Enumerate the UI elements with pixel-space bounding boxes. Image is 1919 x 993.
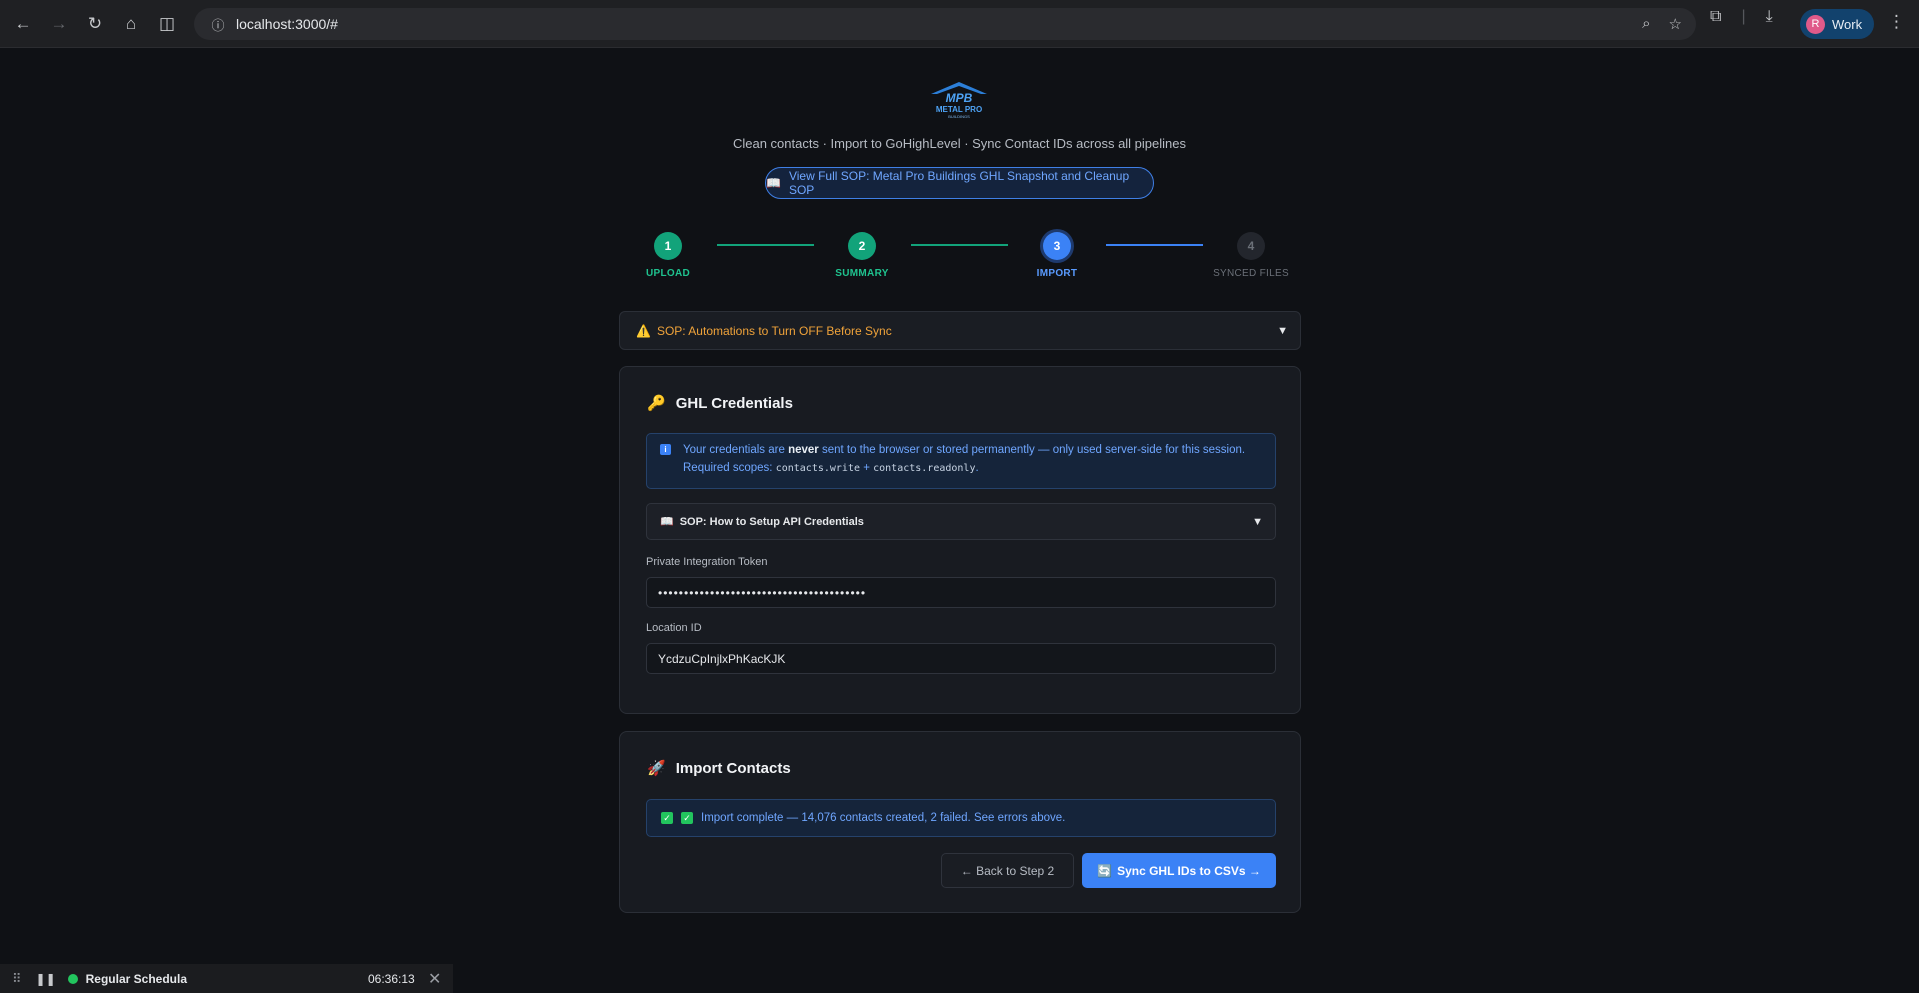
stepper-connector (911, 244, 1008, 246)
toolbar-divider: | (1741, 8, 1746, 25)
import-card: 🚀 Import Contacts ✓ ✓ Import complete — … (619, 731, 1301, 913)
forward-arrow-icon[interactable]: → (41, 6, 77, 42)
step-number: 2 (848, 232, 876, 260)
zoom-icon[interactable]: ⌕ (1642, 15, 1650, 33)
drag-handle-icon[interactable]: ⠿ (12, 971, 22, 987)
caret-down-icon: ▼ (1252, 515, 1263, 528)
metal-pro-buildings-logo: MPB METAL PRO BUILDINGS (931, 82, 987, 119)
check-icon: ✓ (681, 812, 693, 824)
pause-icon[interactable]: ❚❚ (36, 972, 56, 986)
menu-kebab-icon[interactable]: ⋮ (1888, 12, 1905, 32)
credentials-info-line2: Required scopes: contacts.write + contac… (683, 459, 1263, 478)
back-arrow-icon[interactable]: ← (5, 6, 41, 42)
rocket-icon: 🚀 (647, 760, 666, 777)
step-label: SYNCED FILES (1213, 268, 1289, 279)
info-icon: i (660, 444, 671, 455)
book-icon: 📖 (766, 176, 781, 190)
step-label: SUMMARY (835, 268, 889, 279)
extensions-icon[interactable]: ⧉ (1710, 8, 1721, 26)
timer-value: 06:36:13 (368, 971, 415, 986)
address-bar[interactable]: ⓘ localhost:3000/# ⌕ ☆ (194, 8, 1696, 40)
token-input[interactable] (646, 577, 1276, 608)
svg-text:BUILDINGS: BUILDINGS (948, 114, 970, 119)
info-text: sent to the browser or stored permanentl… (818, 444, 1246, 456)
credentials-title: 🔑 GHL Credentials (647, 394, 793, 413)
scope-code: contacts.readonly (873, 463, 976, 474)
step-import[interactable]: 3 IMPORT (1017, 232, 1097, 279)
step-label: UPLOAD (645, 268, 691, 279)
browser-toolbar: ← → ↻ ⌂ ◫ ⓘ localhost:3000/# ⌕ ☆ ⧉ | ⤓ R… (0, 0, 1919, 48)
api-sop-label: SOP: How to Setup API Credentials (679, 515, 864, 528)
step-upload[interactable]: 1 UPLOAD (628, 232, 708, 279)
sync-icon: 🔄 (1097, 863, 1113, 878)
close-icon[interactable]: ✕ (428, 969, 441, 989)
location-id-input[interactable] (646, 643, 1276, 674)
back-to-step-2-button[interactable]: ← Back to Step 2 (941, 853, 1074, 888)
scopes-separator: + (860, 462, 874, 474)
token-label: Private Integration Token (646, 556, 768, 568)
schedule-label: Regular Schedula (85, 971, 188, 986)
book-icon: 📖 (660, 516, 674, 528)
scopes-end: . (975, 462, 979, 474)
credentials-info-box: i Your credentials are never sent to the… (646, 433, 1276, 489)
step-number: 4 (1237, 232, 1265, 260)
credentials-card: 🔑 GHL Credentials i Your credentials are… (619, 366, 1301, 714)
site-info-icon[interactable]: ⓘ (204, 15, 232, 34)
warning-icon: ⚠️ (636, 323, 651, 338)
profile-label: Work (1832, 16, 1863, 32)
automations-sop-toggle[interactable]: ⚠️ SOP: Automations to Turn OFF Before S… (619, 311, 1301, 350)
import-status-text: Import complete — 14,076 contacts create… (701, 812, 1066, 824)
svg-text:MPB: MPB (946, 91, 973, 105)
url-text: localhost:3000/# (236, 16, 338, 32)
status-dot (67, 973, 78, 984)
location-label: Location ID (646, 622, 702, 634)
sync-button-label: Sync GHL IDs to CSVs → (1117, 863, 1261, 878)
caret-down-icon: ▼ (1277, 324, 1288, 337)
sop-link-label: View Full SOP: Metal Pro Buildings GHL S… (788, 169, 1130, 197)
step-summary[interactable]: 2 SUMMARY (822, 232, 902, 279)
home-icon[interactable]: ⌂ (113, 6, 149, 42)
stepper-connector (717, 244, 814, 246)
step-number: 1 (654, 232, 682, 260)
split-view-icon[interactable]: ◫ (149, 6, 185, 42)
sync-ghl-ids-button[interactable]: 🔄 Sync GHL IDs to CSVs → (1082, 853, 1276, 888)
import-status-box: ✓ ✓ Import complete — 14,076 contacts cr… (646, 799, 1276, 837)
downloads-icon[interactable]: ⤓ (1766, 8, 1773, 26)
step-label: IMPORT (1036, 268, 1078, 279)
credentials-info-line1: Your credentials are never sent to the b… (683, 441, 1263, 459)
credentials-title-text: GHL Credentials (675, 394, 793, 412)
check-icon: ✓ (661, 812, 673, 824)
avatar: R (1806, 14, 1825, 34)
automations-sop-label: SOP: Automations to Turn OFF Before Sync (656, 323, 892, 338)
schedule-timer-widget: ⠿ ❚❚ Regular Schedula 06:36:13 ✕ (0, 964, 453, 993)
import-title-text: Import Contacts (675, 759, 791, 777)
view-full-sop-button[interactable]: 📖 View Full SOP: Metal Pro Buildings GHL… (765, 167, 1154, 199)
svg-text:METAL PRO: METAL PRO (936, 105, 982, 114)
info-text: Your credentials are (683, 444, 789, 456)
scope-code: contacts.write (775, 463, 860, 474)
bookmark-star-icon[interactable]: ☆ (1669, 15, 1682, 33)
reload-icon[interactable]: ↻ (77, 6, 113, 42)
page-subtitle: Clean contacts · Import to GoHighLevel ·… (732, 136, 1187, 151)
step-number: 3 (1043, 232, 1071, 260)
api-credentials-sop-toggle[interactable]: 📖 SOP: How to Setup API Credentials ▼ (646, 503, 1276, 540)
import-title: 🚀 Import Contacts (647, 759, 791, 778)
profile-button[interactable]: R Work (1800, 9, 1874, 39)
info-emphasis: never (788, 444, 819, 456)
key-icon: 🔑 (647, 395, 666, 412)
stepper-connector (1106, 244, 1203, 246)
step-synced-files: 4 SYNCED FILES (1211, 232, 1291, 279)
scopes-label: Required scopes: (683, 462, 776, 474)
